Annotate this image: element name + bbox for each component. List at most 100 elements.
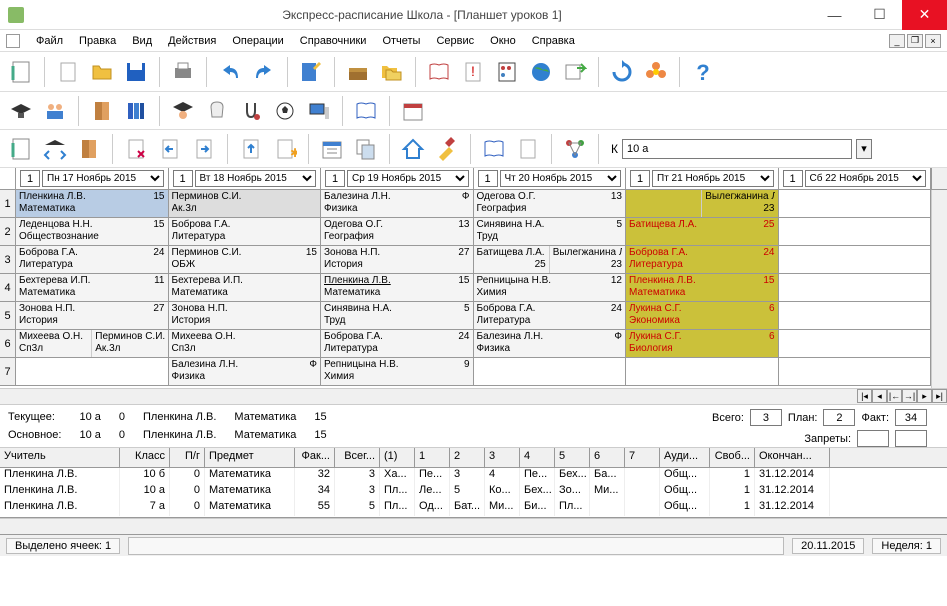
date-select[interactable]: Пт 21 Ноябрь 2015: [652, 170, 774, 187]
open-button[interactable]: [87, 57, 117, 87]
schedule-cell[interactable]: Вылегжанина Л.И.23: [702, 190, 777, 217]
nav-door-button[interactable]: [74, 134, 104, 164]
menu-операции[interactable]: Операции: [224, 33, 291, 49]
schedule-cell[interactable]: Лукина С.Г.6Экономика: [626, 302, 778, 329]
schedule-cell[interactable]: Зонова Н.П.История: [169, 302, 321, 329]
nav-page-left-button[interactable]: [155, 134, 185, 164]
schedule-cell[interactable]: Синявина Н.А.5Труд: [474, 218, 626, 245]
schedule-cell[interactable]: Синявина Н.А.5Труд: [321, 302, 473, 329]
col-header[interactable]: 4: [520, 448, 555, 467]
schedule-cell[interactable]: Михеева О.Н.Сп3л: [16, 330, 92, 357]
schedule-cell[interactable]: Пленкина Л.В.15Математика: [16, 190, 168, 217]
col-header[interactable]: 7: [625, 448, 660, 467]
schedule-cell[interactable]: Перминов С.И.Ак.3л: [169, 190, 321, 217]
help-button[interactable]: ?: [688, 57, 718, 87]
schedule-cell[interactable]: Боброва Г.А.Литература: [169, 218, 321, 245]
books-button[interactable]: [121, 96, 151, 126]
col-header[interactable]: 1: [415, 448, 450, 467]
schedule-cell[interactable]: Боброва Г.А.24Литература: [626, 246, 778, 273]
maximize-button[interactable]: ☐: [857, 0, 902, 30]
alert-button[interactable]: !: [458, 57, 488, 87]
globe-button[interactable]: [526, 57, 556, 87]
scroll-last-button[interactable]: ▸|: [932, 389, 947, 403]
scroll-first-button[interactable]: |◂: [857, 389, 872, 403]
schedule-cell[interactable]: [626, 358, 778, 385]
menu-вид[interactable]: Вид: [124, 33, 160, 49]
col-header[interactable]: 6: [590, 448, 625, 467]
menu-правка[interactable]: Правка: [71, 33, 124, 49]
nav-page-star-button[interactable]: ✱: [270, 134, 300, 164]
nav-home-button[interactable]: [398, 134, 428, 164]
schedule-cell[interactable]: [779, 246, 931, 273]
folders-button[interactable]: [377, 57, 407, 87]
schedule-cell[interactable]: Бехтерева И.П.Математика: [169, 274, 321, 301]
mdi-minimize-button[interactable]: _: [889, 34, 905, 48]
date-num-input[interactable]: [783, 170, 803, 187]
nav-network-button[interactable]: [560, 134, 590, 164]
schedule-cell[interactable]: Зонова Н.П.27История: [321, 246, 473, 273]
nav-swap-button[interactable]: [40, 134, 70, 164]
menu-файл[interactable]: Файл: [28, 33, 71, 49]
mdi-restore-button[interactable]: ❐: [907, 34, 923, 48]
schedule-cell[interactable]: [779, 358, 931, 385]
book-button[interactable]: [424, 57, 454, 87]
nav-copy-button[interactable]: [351, 134, 381, 164]
schedule-cell[interactable]: Пленкина Л.В.15Математика: [321, 274, 473, 301]
save-button[interactable]: [121, 57, 151, 87]
scroll-prev-button[interactable]: ◂: [872, 389, 887, 403]
schedule-cell[interactable]: Балезина Л.Н.ФФизика: [169, 358, 321, 385]
close-button[interactable]: ✕: [902, 0, 947, 30]
col-header[interactable]: Ауди...: [660, 448, 710, 467]
edit-button[interactable]: [296, 57, 326, 87]
schedule-cell[interactable]: [16, 358, 168, 385]
nav-page-up-button[interactable]: [236, 134, 266, 164]
nav-calendar-button[interactable]: [317, 134, 347, 164]
schedule-cell[interactable]: Одегова О.Г.13География: [321, 218, 473, 245]
schedule-cell[interactable]: Лукина С.Г.6Биология: [626, 330, 778, 357]
class-select[interactable]: [622, 139, 852, 159]
schedule-cell[interactable]: [779, 330, 931, 357]
menu-действия[interactable]: Действия: [160, 33, 224, 49]
schedule-cell[interactable]: Балезина Л.Н.ФФизика: [474, 330, 626, 357]
menu-отчеты[interactable]: Отчеты: [374, 33, 428, 49]
schedule-cell[interactable]: [779, 274, 931, 301]
schedule-cell[interactable]: Боброва Г.А.24Литература: [16, 246, 168, 273]
book2-button[interactable]: [351, 96, 381, 126]
date-num-input[interactable]: [173, 170, 193, 187]
schedule-cell[interactable]: Балезина Л.Н.ФФизика: [321, 190, 473, 217]
print-button[interactable]: [168, 57, 198, 87]
schedule-cell[interactable]: [779, 218, 931, 245]
col-header[interactable]: Предмет: [205, 448, 295, 467]
col-header[interactable]: П/г: [170, 448, 205, 467]
date-select[interactable]: Пн 17 Ноябрь 2015: [42, 170, 164, 187]
archive-button[interactable]: [343, 57, 373, 87]
schedule-cell[interactable]: Одегова О.Г.13География: [474, 190, 626, 217]
nav-page-right-button[interactable]: [189, 134, 219, 164]
abacus-button[interactable]: [492, 57, 522, 87]
schedule-cell[interactable]: Вылегжанина Л.И.23: [550, 246, 625, 273]
menu-справка[interactable]: Справка: [524, 33, 583, 49]
col-header[interactable]: Класс: [120, 448, 170, 467]
date-select[interactable]: Сб 22 Ноябрь 2015: [805, 170, 927, 187]
col-header[interactable]: (1): [380, 448, 415, 467]
schedule-cell[interactable]: Зонова Н.П.27История: [16, 302, 168, 329]
nav-notepad-button[interactable]: [6, 134, 36, 164]
schedule-cell[interactable]: Бехтерева И.П.11Математика: [16, 274, 168, 301]
col-header[interactable]: Своб...: [710, 448, 755, 467]
col-header[interactable]: Всег...: [335, 448, 380, 467]
schedule-cell[interactable]: [779, 302, 931, 329]
door-button[interactable]: [87, 96, 117, 126]
table-row[interactable]: Пленкина Л.В.10 а0Математика343Пл...Ле..…: [0, 484, 947, 500]
menu-окно[interactable]: Окно: [482, 33, 524, 49]
nav-book-button[interactable]: [479, 134, 509, 164]
schedule-cell[interactable]: Пленкина Л.В.15Математика: [626, 274, 778, 301]
date-select[interactable]: Ср 19 Ноябрь 2015: [347, 170, 469, 187]
schedule-cell[interactable]: Батищева Л.А.25: [474, 246, 550, 273]
new-button[interactable]: [53, 57, 83, 87]
export-button[interactable]: [560, 57, 590, 87]
col-header[interactable]: Фак...: [295, 448, 335, 467]
date-num-input[interactable]: [630, 170, 650, 187]
col-header[interactable]: 5: [555, 448, 590, 467]
undo-button[interactable]: [215, 57, 245, 87]
nav-page2-button[interactable]: [513, 134, 543, 164]
